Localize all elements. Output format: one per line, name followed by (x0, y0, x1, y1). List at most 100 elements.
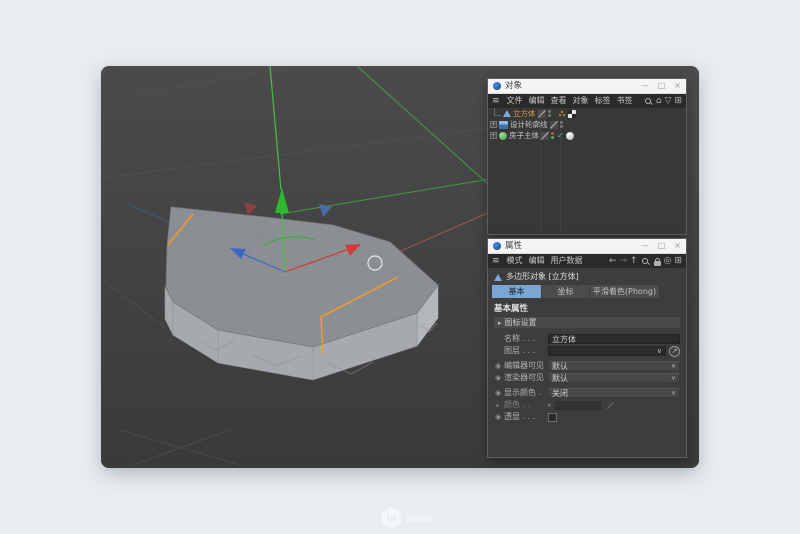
record-icon[interactable]: ◎ (664, 256, 672, 266)
minimize-icon[interactable]: — (641, 241, 649, 251)
expand-icon[interactable]: + (490, 121, 497, 128)
pen-icon[interactable] (606, 401, 615, 410)
field-row-name: 名称 . . . (488, 333, 686, 345)
object-row-house[interactable]: + 房子主体 ✓ (488, 130, 686, 141)
minimize-icon[interactable]: — (641, 81, 649, 91)
layer-edit-icon[interactable] (538, 110, 546, 118)
maximize-icon[interactable]: □ (658, 81, 666, 91)
objects-titlebar[interactable]: 对象 — □ × (488, 79, 686, 94)
app-icon (493, 242, 501, 250)
field-row-color: 颜色 . . ▸ (488, 399, 686, 411)
editor-visible-dropdown[interactable]: 默认 ∨ (548, 361, 680, 371)
menu-item-edit[interactable]: 编辑 (526, 96, 548, 106)
menu-item-bookmarks[interactable]: 书签 (614, 96, 636, 106)
add-icon[interactable]: ⊞ (674, 256, 682, 266)
app-icon (493, 82, 501, 90)
visibility-toggles[interactable] (560, 121, 564, 128)
search-icon[interactable] (644, 97, 653, 106)
section-title: 基本属性 (494, 304, 686, 314)
chevron-down-icon: ∨ (657, 347, 662, 355)
maximize-icon[interactable]: □ (658, 241, 666, 251)
attributes-panel-title: 属性 (505, 241, 632, 251)
attributes-panel: 属性 — □ × ≡ 模式 编辑 用户数据 ← → ↑ ◎ ⊞ 多边形对象 [立… (487, 238, 687, 458)
objects-menubar: ≡ 文件 编辑 查看 对象 标签 书签 ⌂ ▽ ⊞ (488, 94, 686, 108)
object-row-outline[interactable]: + 设计轮廓线 (488, 119, 686, 130)
forward-icon[interactable]: → (620, 256, 628, 266)
chevron-down-icon: ∨ (671, 375, 676, 381)
object-name-outline[interactable]: 设计轮廓线 (510, 120, 548, 129)
display-color-dropdown[interactable]: 关闭 ∨ (548, 388, 680, 398)
home-icon[interactable]: ⌂ (656, 96, 662, 106)
polygon-object-icon (494, 274, 502, 281)
material-tag-icon[interactable] (566, 132, 574, 140)
search-icon[interactable] (641, 257, 650, 266)
animation-dot-icon[interactable]: ◉ (492, 389, 504, 398)
phong-check-icon[interactable]: ✓ (557, 132, 564, 140)
objects-panel-title: 对象 (505, 81, 632, 91)
hamburger-icon[interactable]: ≡ (492, 96, 500, 106)
layer-label: 图层 . . . (504, 346, 548, 356)
color-swatch[interactable] (555, 401, 601, 410)
animation-dot-icon[interactable]: ◉ (492, 362, 504, 371)
watermark-badge: UI (381, 507, 402, 529)
menu-item-view[interactable]: 查看 (548, 96, 570, 106)
menu-item-tags[interactable]: 标签 (592, 96, 614, 106)
object-name-house[interactable]: 房子主体 (509, 131, 539, 140)
close-icon[interactable]: × (674, 81, 681, 91)
field-row-renderer-visible: ◉ 渲染器可见 默认 ∨ (488, 372, 686, 384)
field-row-display-color: ◉ 显示颜色 . 关闭 ∨ (488, 387, 686, 399)
menu-item-objects[interactable]: 对象 (570, 96, 592, 106)
object-row-cube[interactable]: 立方体 (488, 108, 686, 119)
close-icon[interactable]: × (674, 241, 681, 251)
menu-item-mode[interactable]: 模式 (504, 256, 526, 266)
animation-dot-icon[interactable]: ◉ (492, 374, 504, 383)
menu-item-edit[interactable]: 编辑 (526, 256, 548, 266)
disabled-dot-icon (496, 404, 499, 407)
expand-icon[interactable]: + (490, 132, 497, 139)
name-input[interactable] (548, 334, 680, 344)
filter-icon[interactable]: ▽ (665, 96, 672, 106)
uvw-tag-icon[interactable] (568, 110, 576, 118)
display-color-value: 关闭 (552, 388, 568, 399)
tab-coordinates[interactable]: 坐标 (542, 285, 590, 298)
up-icon[interactable]: ↑ (630, 256, 638, 266)
animation-dot-icon[interactable]: ◉ (492, 413, 504, 422)
object-name-cube[interactable]: 立方体 (513, 109, 536, 118)
renderer-visible-dropdown[interactable]: 默认 ∨ (548, 373, 680, 383)
hamburger-icon[interactable]: ≡ (492, 256, 500, 266)
layer-browser-button[interactable]: ↗ (669, 346, 680, 357)
layer-edit-icon[interactable] (541, 132, 549, 140)
menu-item-user-data[interactable]: 用户数据 (548, 256, 586, 266)
tree-branch-icon (494, 108, 501, 116)
field-row-xray: ◉ 透显 . . . (488, 411, 686, 423)
layer-edit-icon[interactable] (550, 121, 558, 129)
renderer-visible-value: 默认 (552, 373, 568, 384)
polygon-object-icon (503, 110, 511, 117)
watermark-text-shape (406, 515, 432, 522)
editor-visible-value: 默认 (552, 361, 568, 372)
tab-phong[interactable]: 平滑着色(Phong) (590, 285, 660, 298)
chevron-down-icon: ∨ (671, 390, 676, 396)
layer-dropdown[interactable]: ∨ (548, 346, 666, 356)
object-header-text: 多边形对象 [立方体] (506, 272, 579, 282)
name-label: 名称 . . . (504, 334, 548, 344)
xray-checkbox[interactable] (548, 413, 557, 422)
back-icon[interactable]: ← (609, 256, 617, 266)
lock-icon[interactable] (654, 261, 661, 266)
icon-settings-group[interactable]: ▸ 图标设置 (494, 317, 680, 328)
sphere-object-icon (499, 132, 507, 140)
objects-panel: 对象 — □ × ≡ 文件 编辑 查看 对象 标签 书签 ⌂ ▽ ⊞ 立方体 (487, 78, 687, 235)
selection-tag-icon[interactable] (558, 110, 566, 118)
display-color-label: 显示颜色 . (504, 388, 548, 398)
add-icon[interactable]: ⊞ (674, 96, 682, 106)
field-row-layer: 图层 . . . ∨ ↗ (488, 345, 686, 357)
attributes-titlebar[interactable]: 属性 — □ × (488, 239, 686, 254)
field-row-editor-visible: ◉ 编辑器可见 默认 ∨ (488, 360, 686, 372)
editor-visible-label: 编辑器可见 (504, 361, 548, 371)
menu-item-file[interactable]: 文件 (504, 96, 526, 106)
visibility-toggles[interactable] (551, 132, 555, 139)
watermark: UI (381, 507, 432, 529)
tab-basic[interactable]: 基本 (492, 285, 542, 298)
spline-object-icon (499, 121, 508, 129)
visibility-toggles[interactable] (548, 110, 552, 117)
